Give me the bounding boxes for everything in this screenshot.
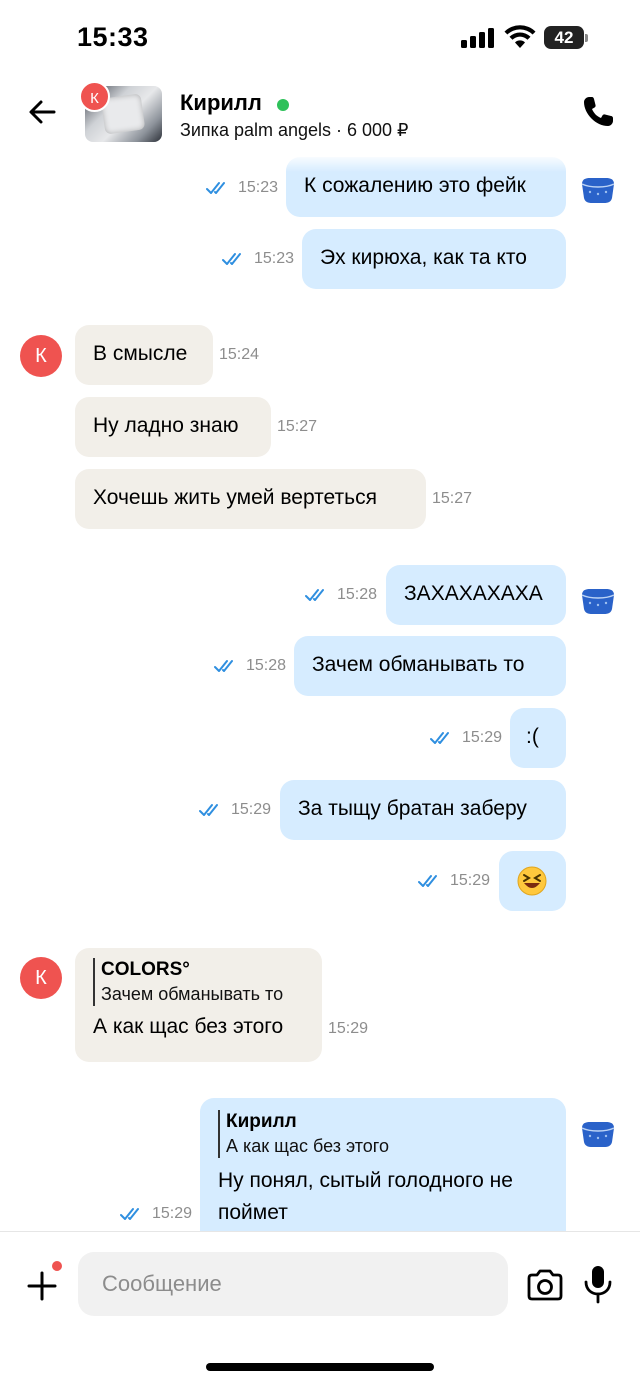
battery-level: 42 (544, 26, 584, 49)
message-time: 15:24 (219, 346, 260, 363)
message-meta: 15:28 (214, 657, 286, 675)
message-time: 15:29 (462, 729, 503, 746)
message-text: К сожалению это фейк (304, 174, 526, 197)
outgoing-message[interactable]: Зачем обманывать то (294, 636, 566, 696)
message-text-line-1: Ну понял, сытый голодного не (218, 1169, 513, 1192)
battery-icon: 42 (544, 26, 588, 49)
incoming-message[interactable]: В смысле (75, 325, 213, 385)
user-avatar-bag-icon[interactable] (578, 174, 618, 204)
message-text: Эх кирюха, как та кто (320, 246, 527, 269)
message-time: 15:29 (450, 872, 491, 889)
message-meta: 15:29 (418, 872, 490, 890)
message-time: 15:29 (231, 801, 272, 818)
quoted-message[interactable]: COLORS° Зачем обманывать то (93, 958, 304, 1006)
double-check-icon (430, 732, 449, 744)
user-avatar-bag-icon[interactable] (578, 585, 618, 615)
message-meta: 15:23 (206, 179, 278, 197)
quote-text: Зачем обманывать то (101, 984, 284, 1004)
message-time: 15:29 (328, 1020, 369, 1037)
message-composer (0, 1231, 640, 1385)
message-text: В смысле (93, 342, 188, 365)
quote-author: COLORS° (101, 959, 190, 980)
message-text: Хочешь жить умей вертеться (93, 486, 377, 509)
message-time: 15:27 (277, 418, 318, 435)
microphone-icon[interactable] (582, 1264, 614, 1304)
incoming-message[interactable]: Хочешь жить умей вертеться (75, 469, 426, 529)
quote-text: А как щас без этого (226, 1136, 389, 1156)
message-meta: 15:29 (120, 1205, 192, 1223)
outgoing-reply-message[interactable]: Кирилл А как щас без этого Ну понял, сыт… (200, 1098, 566, 1231)
status-bar: 15:33 42 (0, 0, 640, 78)
message-text: :( (526, 725, 539, 748)
message-time: 15:28 (246, 657, 287, 674)
message-text: Ну ладно знаю (93, 414, 239, 437)
message-text: А как щас без этого (93, 1015, 284, 1038)
message-meta: 15:23 (222, 250, 294, 268)
incoming-reply-message[interactable]: COLORS° Зачем обманывать то А как щас бе… (75, 948, 322, 1062)
message-time: 15:23 (254, 250, 295, 267)
outgoing-message[interactable]: За тыщу братан заберу (280, 780, 566, 840)
double-check-icon (206, 182, 225, 194)
phone-call-icon[interactable] (580, 94, 616, 130)
message-time: 15:28 (337, 586, 378, 603)
outgoing-message[interactable]: 😆 (499, 851, 566, 911)
listing-title-price[interactable]: Зипка palm angels · 6 000 ₽ (180, 120, 409, 141)
cellular-signal-icon (461, 28, 495, 48)
message-time: 15:27 (432, 490, 473, 507)
home-indicator[interactable] (206, 1363, 434, 1371)
quote-author: Кирилл (226, 1111, 297, 1132)
contact-name[interactable]: Кирилл (180, 90, 262, 116)
laughing-emoji-icon (517, 866, 547, 896)
message-text: ЗАХАХАХАХА (404, 582, 543, 605)
incoming-message[interactable]: Ну ладно знаю (75, 397, 271, 457)
chat-top-fade (0, 154, 640, 172)
message-input[interactable] (78, 1252, 508, 1316)
contact-avatar[interactable]: К (79, 81, 110, 112)
outgoing-message[interactable]: Эх кирюха, как та кто (302, 229, 566, 289)
chat-header: К Кирилл Зипка palm angels · 6 000 ₽ (0, 78, 640, 154)
message-text: Зачем обманывать то (312, 653, 525, 676)
contact-avatar[interactable]: К (20, 335, 62, 377)
quoted-message[interactable]: Кирилл А как щас без этого (218, 1110, 548, 1158)
notification-dot (52, 1261, 62, 1271)
message-time: 15:29 (152, 1205, 193, 1222)
message-list[interactable]: 15:23 К сожалению это фейк 15:23 Эх кирю… (0, 154, 640, 1231)
message-meta: 15:29 (430, 729, 502, 747)
message-meta: 15:29 (199, 801, 271, 819)
double-check-icon (199, 804, 218, 816)
double-check-icon (418, 875, 437, 887)
online-status-indicator (277, 99, 289, 111)
wifi-icon (504, 25, 536, 48)
double-check-icon (222, 253, 241, 265)
back-arrow-icon[interactable] (24, 94, 60, 130)
outgoing-message[interactable]: ЗАХАХАХАХА (386, 565, 566, 625)
contact-avatar[interactable]: К (20, 957, 62, 999)
user-avatar-bag-icon[interactable] (578, 1118, 618, 1148)
camera-icon[interactable] (525, 1267, 565, 1303)
outgoing-message[interactable]: :( (510, 708, 566, 768)
message-meta: 15:28 (305, 586, 377, 604)
status-time: 15:33 (77, 22, 149, 52)
double-check-icon (120, 1208, 139, 1220)
message-text: За тыщу братан заберу (298, 797, 527, 820)
message-text-line-2: поймет (218, 1201, 288, 1224)
double-check-icon (305, 589, 324, 601)
double-check-icon (214, 660, 233, 672)
message-time: 15:23 (238, 179, 279, 196)
attach-plus-icon[interactable] (24, 1268, 60, 1304)
